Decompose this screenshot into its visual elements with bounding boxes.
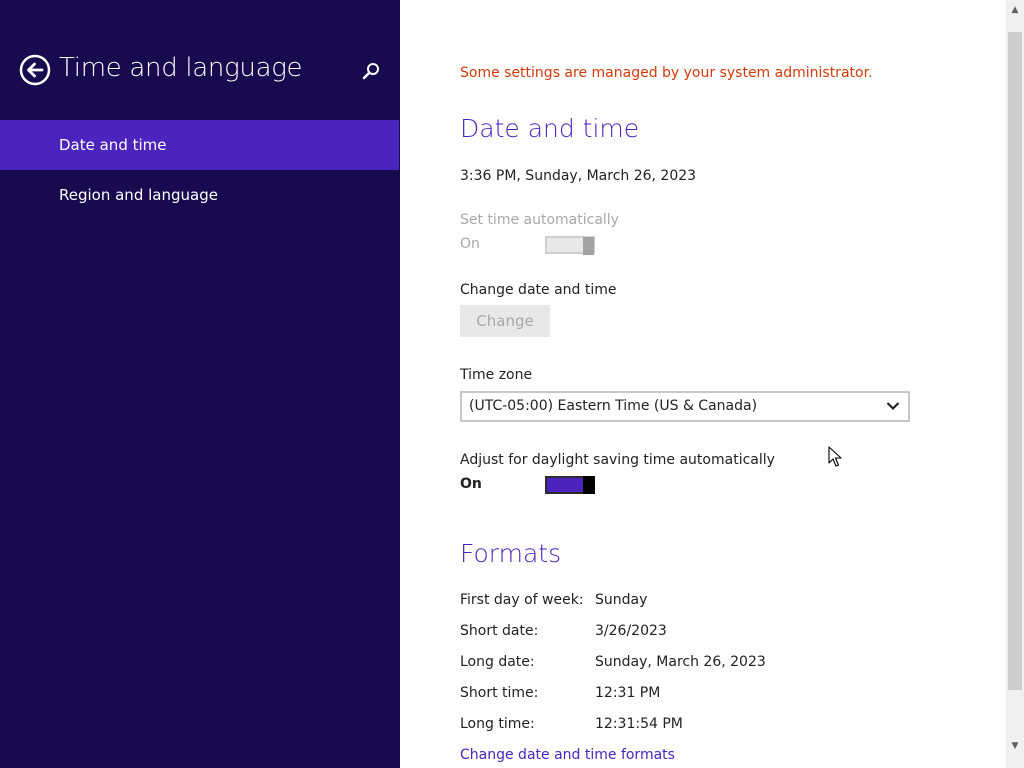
- page-title: Time and language: [59, 53, 303, 83]
- set-time-auto-toggle[interactable]: [545, 236, 595, 255]
- format-value-long-date: Sunday, March 26, 2023: [595, 654, 766, 670]
- scroll-thumb[interactable]: [1008, 32, 1022, 690]
- main-content: Some settings are managed by your system…: [400, 0, 1006, 768]
- mouse-cursor-icon: [828, 446, 842, 467]
- date-time-heading: Date and time: [460, 114, 640, 143]
- format-label-short-time: Short time:: [460, 685, 539, 701]
- format-value-long-time: 12:31:54 PM: [595, 716, 683, 732]
- format-label-long-time: Long time:: [460, 716, 535, 732]
- chevron-down-icon: [886, 402, 900, 411]
- format-label-short-date: Short date:: [460, 623, 539, 639]
- back-button[interactable]: [19, 54, 51, 86]
- search-button[interactable]: [360, 60, 382, 82]
- current-datetime: 3:36 PM, Sunday, March 26, 2023: [460, 168, 697, 184]
- time-zone-label: Time zone: [460, 367, 533, 383]
- daylight-saving-label: Adjust for daylight saving time automati…: [460, 452, 775, 468]
- time-zone-dropdown[interactable]: (UTC-05:00) Eastern Time (US & Canada): [460, 391, 910, 422]
- set-time-auto-state: On: [460, 236, 480, 252]
- search-icon: [362, 63, 379, 80]
- admin-message: Some settings are managed by your system…: [460, 65, 873, 81]
- change-button[interactable]: Change: [460, 305, 550, 337]
- toggle-knob: [583, 476, 595, 494]
- time-zone-value: (UTC-05:00) Eastern Time (US & Canada): [469, 398, 758, 414]
- change-formats-link[interactable]: Change date and time formats: [460, 747, 675, 763]
- format-value-first-day: Sunday: [595, 592, 648, 608]
- format-value-short-time: 12:31 PM: [595, 685, 661, 701]
- change-date-time-label: Change date and time: [460, 282, 617, 298]
- scroll-down-icon[interactable]: ▼: [1006, 736, 1024, 756]
- vertical-scrollbar[interactable]: ▲ ▼: [1006, 0, 1024, 768]
- toggle-knob: [583, 237, 594, 255]
- back-arrow-icon: [19, 54, 51, 86]
- format-value-short-date: 3/26/2023: [595, 623, 667, 639]
- daylight-saving-state: On: [460, 476, 482, 492]
- format-label-long-date: Long date:: [460, 654, 535, 670]
- daylight-saving-toggle[interactable]: [545, 476, 595, 494]
- sidebar-item-date-and-time[interactable]: Date and time: [0, 120, 399, 170]
- formats-heading: Formats: [460, 539, 562, 568]
- sidebar-item-label: Date and time: [59, 136, 167, 154]
- set-time-auto-label: Set time automatically: [460, 212, 619, 228]
- sidebar-item-label: Region and language: [59, 186, 218, 204]
- sidebar: Time and language Date and time Region a…: [0, 0, 400, 768]
- scroll-up-icon[interactable]: ▲: [1006, 0, 1024, 20]
- format-label-first-day: First day of week:: [460, 592, 584, 608]
- sidebar-item-region-and-language[interactable]: Region and language: [0, 170, 399, 220]
